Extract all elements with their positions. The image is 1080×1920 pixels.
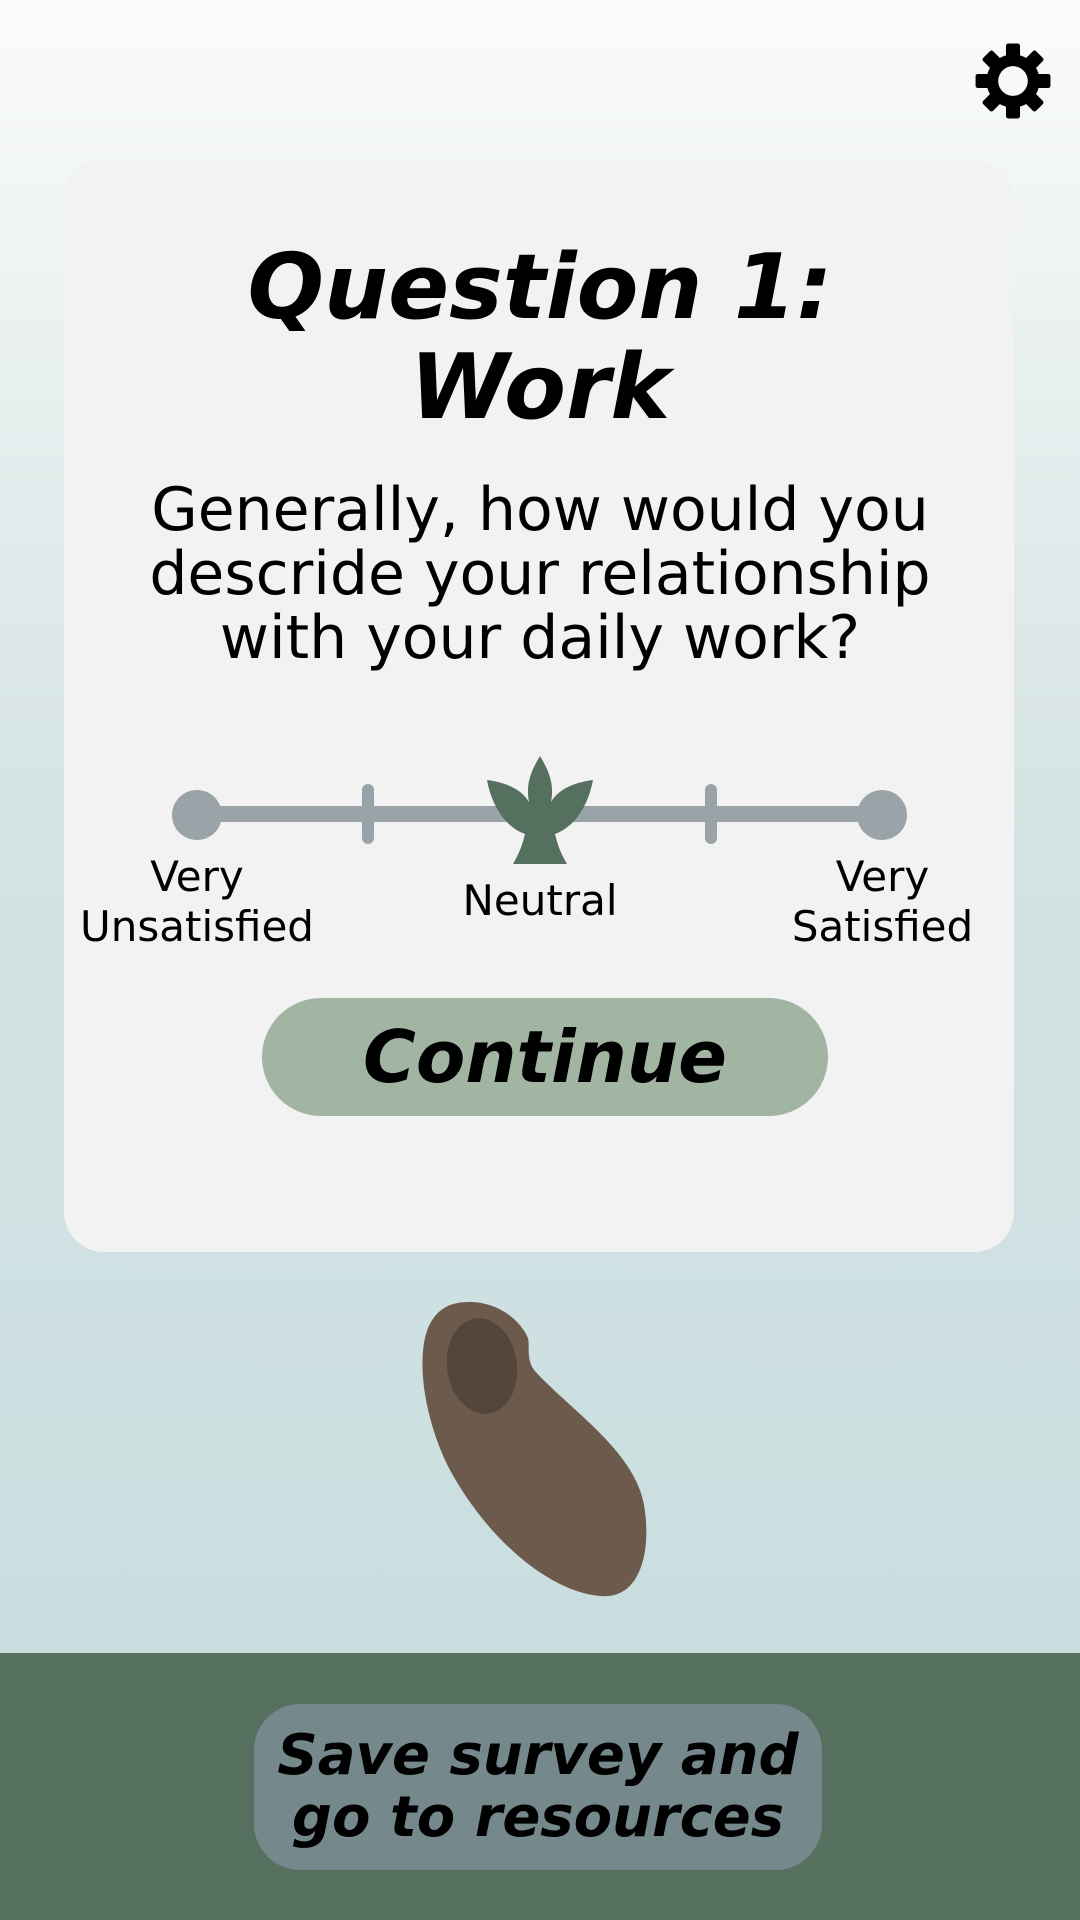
resources-button-line1: Save survey and	[277, 1723, 799, 1788]
resources-button-line2: go to resources	[291, 1785, 785, 1850]
slider-stop-unsatisfied[interactable]	[362, 784, 374, 844]
question-text: Generally, how would you descride your r…	[149, 475, 931, 673]
scale-label-right: Very Satisfied	[760, 852, 1005, 952]
bean-icon	[422, 1301, 647, 1597]
satisfaction-slider[interactable]	[0, 740, 1080, 870]
settings-button[interactable]	[974, 42, 1052, 120]
gear-icon	[975, 43, 1051, 119]
scale-label-right-line2: Satisfied	[791, 902, 974, 951]
question-title-number: Question 1:	[247, 235, 833, 340]
scale-label-left-line1: Very	[150, 852, 244, 901]
question-title: Question 1: Work	[0, 238, 1080, 438]
question-title-topic: Work	[409, 335, 671, 440]
slider-stop-very-satisfied[interactable]	[857, 790, 907, 840]
scale-label-left-line2: Unsatisfied	[80, 902, 314, 951]
scale-label-left: Very Unsatisfied	[62, 852, 332, 952]
leaf-icon[interactable]	[485, 754, 595, 866]
scale-label-middle: Neutral	[462, 876, 618, 925]
continue-button[interactable]: Continue	[262, 998, 828, 1116]
save-and-resources-button[interactable]: Save survey and go to resources	[254, 1704, 822, 1870]
slider-stop-very-unsatisfied[interactable]	[172, 790, 222, 840]
slider-stop-satisfied[interactable]	[705, 784, 717, 844]
scale-label-right-line1: Very	[835, 852, 930, 901]
